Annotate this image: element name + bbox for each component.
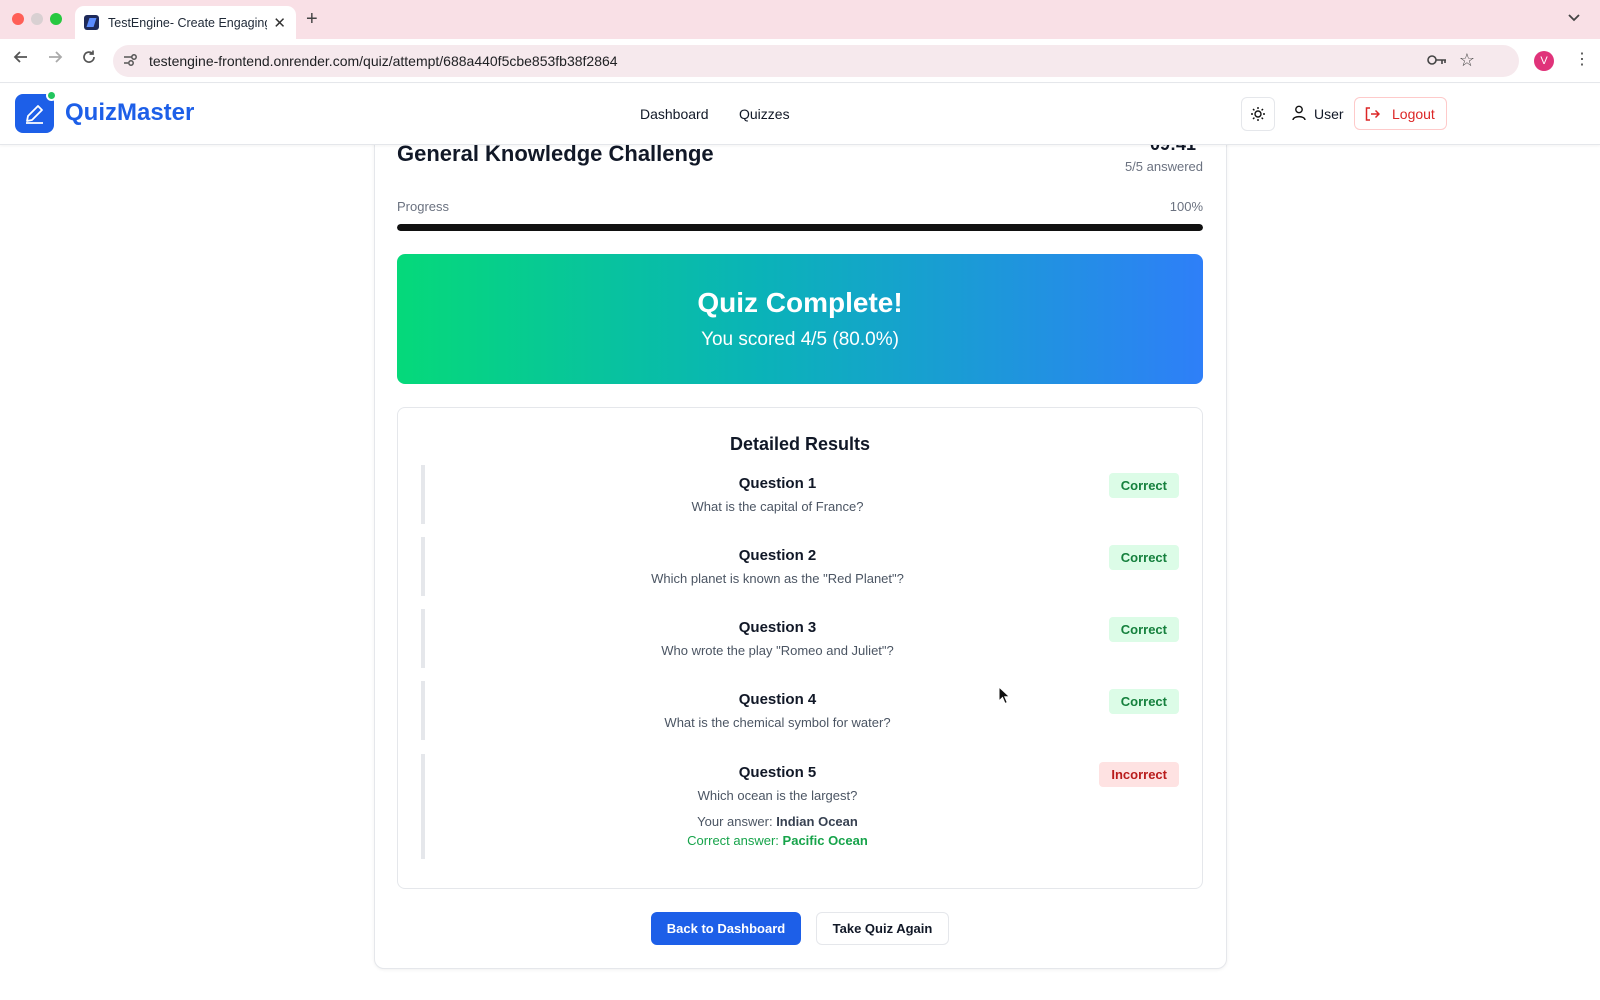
logout-button[interactable]: Logout xyxy=(1354,97,1447,130)
tab-close-icon[interactable]: ✕ xyxy=(273,14,286,32)
browser-tab[interactable]: TestEngine- Create Engaging ✕ xyxy=(75,6,296,39)
result-row-5: Question 5 Which ocean is the largest? Y… xyxy=(421,754,1179,859)
theme-toggle-button[interactable] xyxy=(1241,97,1275,131)
result-row-1: Question 1 What is the capital of France… xyxy=(421,465,1179,524)
question-label: Question 3 xyxy=(738,619,817,636)
browser-toolbar: testengine-frontend.onrender.com/quiz/at… xyxy=(0,39,1600,83)
question-text: Which ocean is the largest? xyxy=(697,788,858,803)
mouse-cursor-icon xyxy=(998,686,1011,705)
window-maximize-button[interactable] xyxy=(50,13,62,25)
correct-answer: Correct answer: Pacific Ocean xyxy=(425,833,1130,848)
progress-bar-fill xyxy=(397,224,1203,231)
your-answer-label: Your answer: xyxy=(697,814,773,829)
logout-label: Logout xyxy=(1392,105,1435,122)
reload-icon[interactable] xyxy=(78,49,100,70)
status-badge: Correct xyxy=(1108,617,1179,642)
bookmark-star-icon[interactable]: ☆ xyxy=(1459,50,1475,71)
question-label: Question 5 xyxy=(738,764,817,781)
your-answer-value: Indian Ocean xyxy=(776,814,858,829)
back-to-dashboard-button[interactable]: Back to Dashboard xyxy=(651,912,801,945)
app-header: QuizMaster Dashboard Quizzes User Logout xyxy=(0,84,1600,145)
sun-icon xyxy=(1251,107,1265,121)
progress-bar xyxy=(397,224,1203,231)
browser-tab-bar: TestEngine- Create Engaging ✕ + xyxy=(0,0,1600,39)
site-settings-icon[interactable] xyxy=(123,53,138,70)
logout-icon xyxy=(1365,106,1380,121)
address-bar[interactable]: testengine-frontend.onrender.com/quiz/at… xyxy=(113,45,1519,77)
question-text: Who wrote the play "Romeo and Juliet"? xyxy=(661,643,894,658)
back-arrow-icon[interactable] xyxy=(10,49,32,70)
question-label: Question 1 xyxy=(738,475,817,492)
question-text: What is the chemical symbol for water? xyxy=(664,715,891,730)
result-row-2: Question 2 Which planet is known as the … xyxy=(421,537,1179,596)
nav-quizzes[interactable]: Quizzes xyxy=(739,106,790,122)
user-icon xyxy=(1292,105,1306,121)
new-tab-button[interactable]: + xyxy=(306,8,318,31)
status-badge: Correct xyxy=(1108,473,1179,498)
correct-answer-value: Pacific Ocean xyxy=(782,833,868,848)
answered-count: 5/5 answered xyxy=(1124,159,1203,174)
question-text: What is the capital of France? xyxy=(691,499,864,514)
progress-label: Progress xyxy=(397,199,450,214)
status-badge: Incorrect xyxy=(1099,762,1179,787)
question-label: Question 2 xyxy=(738,547,817,564)
result-row-3: Question 3 Who wrote the play "Romeo and… xyxy=(421,609,1179,668)
nav-dashboard[interactable]: Dashboard xyxy=(640,106,709,122)
profile-avatar[interactable]: V xyxy=(1534,51,1554,71)
browser-menu-icon[interactable]: ⋮ xyxy=(1574,49,1590,69)
result-row-4: Question 4 What is the chemical symbol f… xyxy=(421,681,1179,740)
tab-title: TestEngine- Create Engaging xyxy=(108,15,268,30)
score-text: You scored 4/5 (80.0%) xyxy=(701,329,899,350)
favicon-icon xyxy=(84,15,99,30)
correct-answer-label: Correct answer: xyxy=(687,833,779,848)
take-quiz-again-button[interactable]: Take Quiz Again xyxy=(816,912,949,945)
progress-percent: 100% xyxy=(1169,199,1203,214)
app-logo-text[interactable]: QuizMaster xyxy=(65,99,194,127)
tab-search-chevron-icon[interactable] xyxy=(1568,11,1580,25)
user-label[interactable]: User xyxy=(1314,106,1344,122)
password-key-icon[interactable] xyxy=(1427,53,1447,70)
forward-arrow-icon[interactable] xyxy=(44,49,66,70)
status-dot xyxy=(46,90,57,101)
your-answer: Your answer: Indian Ocean xyxy=(425,814,1130,829)
window-close-button[interactable] xyxy=(12,13,24,25)
complete-title: Quiz Complete! xyxy=(697,287,903,318)
question-label: Question 4 xyxy=(738,691,817,708)
detailed-results-card: Detailed Results Question 1 What is the … xyxy=(397,407,1203,889)
window-minimize-button[interactable] xyxy=(31,13,43,25)
status-badge: Correct xyxy=(1108,689,1179,714)
status-badge: Correct xyxy=(1108,545,1179,570)
question-text: Which planet is known as the "Red Planet… xyxy=(651,571,904,586)
quiz-complete-banner: Quiz Complete! You scored 4/5 (80.0%) xyxy=(397,254,1203,384)
results-title: Detailed Results xyxy=(729,434,871,454)
url-text[interactable]: testengine-frontend.onrender.com/quiz/at… xyxy=(149,53,618,69)
